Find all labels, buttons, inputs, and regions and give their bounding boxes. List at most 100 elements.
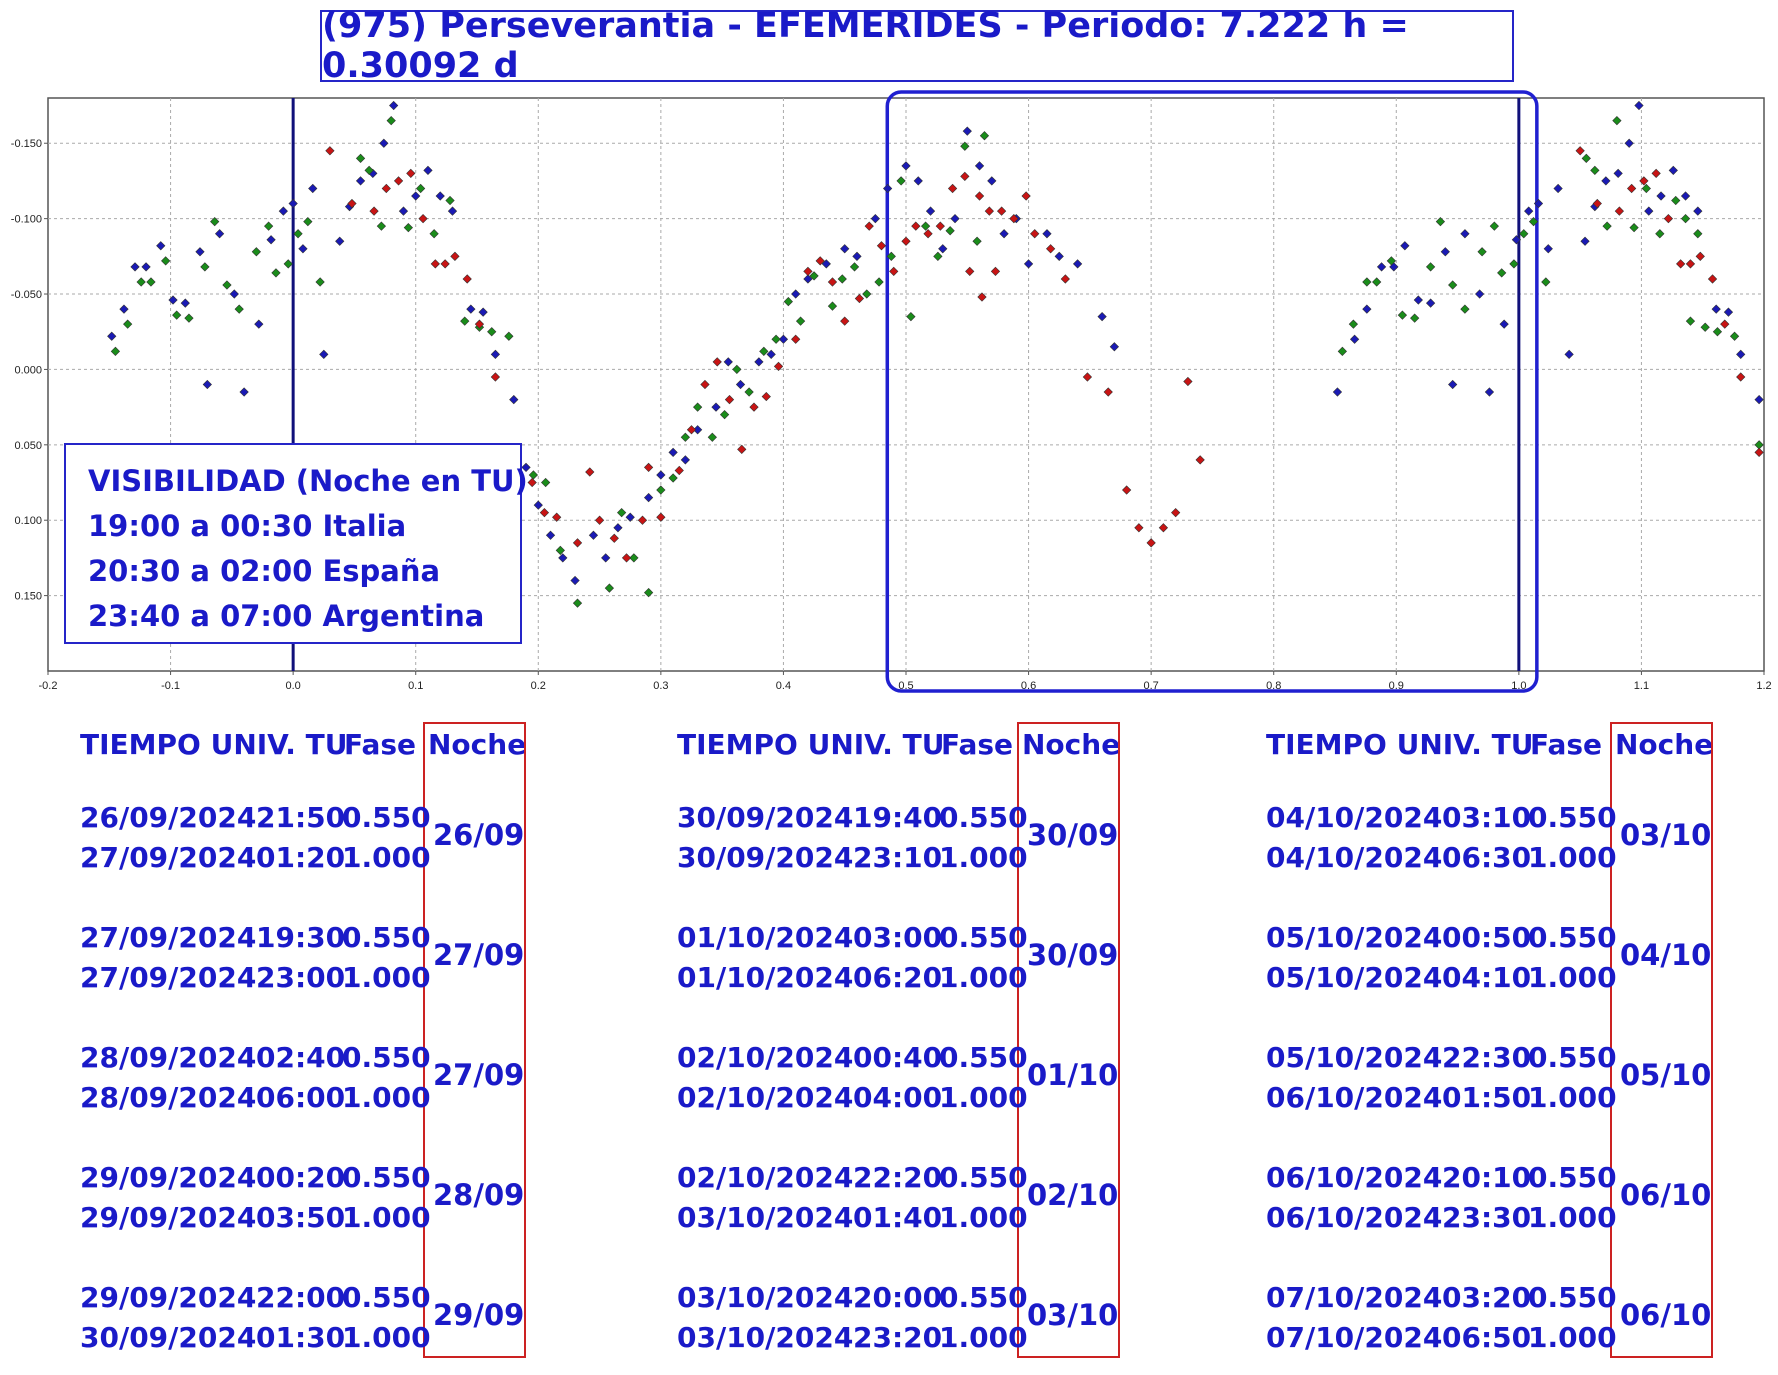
row-date: 01/10/2024	[677, 921, 854, 954]
row-time: 06:50	[1442, 1321, 1532, 1354]
x-tick-label: 0.2	[531, 680, 546, 692]
row-phase: 0.550	[342, 1161, 431, 1194]
visibility-box: VISIBILIDAD (Noche en TU) 19:00 a 00:30 …	[64, 443, 528, 644]
row-night: 27/09	[433, 1058, 525, 1092]
row-phase: 1.000	[939, 1321, 1028, 1354]
row-time: 03:20	[1442, 1281, 1532, 1314]
row-phase: 1.000	[342, 1321, 431, 1354]
row-night: 03/10	[1027, 1298, 1119, 1332]
row-date: 29/09/2024	[80, 1281, 257, 1314]
row-date: 28/09/2024	[80, 1041, 257, 1074]
row-night: 26/09	[433, 818, 525, 852]
row-time: 22:00	[256, 1281, 346, 1314]
chart-title: (975) Perseverantia - EFEMERIDES - Perio…	[322, 6, 1409, 86]
row-phase: 1.000	[939, 1201, 1028, 1234]
header-phase: Fase	[1530, 728, 1603, 761]
row-date: 06/10/2024	[1266, 1161, 1443, 1194]
header-time: TIEMPO UNIV. TU	[1266, 728, 1534, 761]
row-night: 01/10	[1027, 1058, 1119, 1092]
row-phase: 1.000	[342, 961, 431, 994]
row-date: 27/09/2024	[80, 961, 257, 994]
row-phase: 1.000	[1528, 961, 1617, 994]
row-phase: 0.550	[939, 921, 1028, 954]
row-phase: 0.550	[342, 921, 431, 954]
y-tick-label: -0.150	[11, 138, 42, 150]
row-date: 03/10/2024	[677, 1281, 854, 1314]
row-phase: 1.000	[939, 841, 1028, 874]
visibility-heading: VISIBILIDAD (Noche en TU)	[88, 464, 528, 498]
row-time: 23:30	[1442, 1201, 1532, 1234]
row-phase: 1.000	[342, 1201, 431, 1234]
row-phase: 0.550	[1528, 801, 1617, 834]
row-night: 29/09	[433, 1298, 525, 1332]
row-phase: 0.550	[1528, 1161, 1617, 1194]
row-date: 03/10/2024	[677, 1201, 854, 1234]
row-phase: 0.550	[939, 1161, 1028, 1194]
row-date: 07/10/2024	[1266, 1281, 1443, 1314]
row-night: 28/09	[433, 1178, 525, 1212]
row-time: 20:10	[1442, 1161, 1532, 1194]
row-time: 00:50	[1442, 921, 1532, 954]
y-tick-label: 0.100	[14, 515, 42, 527]
row-date: 02/10/2024	[677, 1161, 854, 1194]
row-phase: 0.550	[939, 1041, 1028, 1074]
row-phase: 1.000	[1528, 1321, 1617, 1354]
header-phase: Fase	[344, 728, 417, 761]
row-night: 05/10	[1620, 1058, 1712, 1092]
row-night: 03/10	[1620, 818, 1712, 852]
row-date: 29/09/2024	[80, 1201, 257, 1234]
row-phase: 0.550	[1528, 1041, 1617, 1074]
row-phase: 1.000	[342, 1081, 431, 1114]
y-tick-label: 0.150	[14, 591, 42, 603]
row-night: 06/10	[1620, 1298, 1712, 1332]
row-time: 20:00	[853, 1281, 943, 1314]
x-tick-label: -0.1	[161, 680, 180, 692]
row-time: 01:40	[853, 1201, 943, 1234]
row-date: 06/10/2024	[1266, 1081, 1443, 1114]
visibility-line-argentina: 23:40 a 07:00 Argentina	[88, 599, 485, 633]
title-box: (975) Perseverantia - EFEMERIDES - Perio…	[320, 6, 1514, 86]
row-night: 27/09	[433, 938, 525, 972]
row-phase: 0.550	[1528, 1281, 1617, 1314]
visibility-line-espana: 20:30 a 02:00 España	[88, 554, 441, 588]
row-phase: 0.550	[342, 801, 431, 834]
row-phase: 0.550	[342, 1041, 431, 1074]
visibility-line-italia: 19:00 a 00:30 Italia	[88, 509, 407, 543]
x-tick-label: 0.0	[285, 680, 300, 692]
row-phase: 1.000	[939, 961, 1028, 994]
row-phase: 0.550	[342, 1281, 431, 1314]
row-date: 02/10/2024	[677, 1041, 854, 1074]
row-date: 04/10/2024	[1266, 841, 1443, 874]
row-time: 19:40	[853, 801, 943, 834]
row-time: 00:20	[256, 1161, 346, 1194]
row-date: 29/09/2024	[80, 1161, 257, 1194]
row-date: 26/09/2024	[80, 801, 257, 834]
row-phase: 1.000	[1528, 1201, 1617, 1234]
x-tick-label: 0.3	[653, 680, 668, 692]
y-tick-label: -0.050	[11, 289, 42, 301]
row-date: 04/10/2024	[1266, 801, 1443, 834]
x-tick-label: 1.1	[1634, 680, 1649, 692]
row-time: 04:10	[1442, 961, 1532, 994]
y-tick-label: 0.050	[14, 440, 42, 452]
row-phase: 1.000	[939, 1081, 1028, 1114]
row-date: 30/09/2024	[677, 801, 854, 834]
header-phase: Fase	[941, 728, 1014, 761]
row-date: 02/10/2024	[677, 1081, 854, 1114]
row-night: 06/10	[1620, 1178, 1712, 1212]
row-date: 05/10/2024	[1266, 921, 1443, 954]
row-time: 01:50	[1442, 1081, 1532, 1114]
row-time: 23:20	[853, 1321, 943, 1354]
row-time: 19:30	[256, 921, 346, 954]
header-time: TIEMPO UNIV. TU	[677, 728, 945, 761]
row-date: 28/09/2024	[80, 1081, 257, 1114]
row-time: 03:00	[853, 921, 943, 954]
row-phase: 1.000	[342, 841, 431, 874]
row-time: 03:10	[1442, 801, 1532, 834]
row-date: 07/10/2024	[1266, 1321, 1443, 1354]
x-tick-label: -0.2	[39, 680, 58, 692]
row-night: 30/09	[1027, 818, 1119, 852]
row-time: 22:30	[1442, 1041, 1532, 1074]
row-time: 00:40	[853, 1041, 943, 1074]
row-night: 02/10	[1027, 1178, 1119, 1212]
